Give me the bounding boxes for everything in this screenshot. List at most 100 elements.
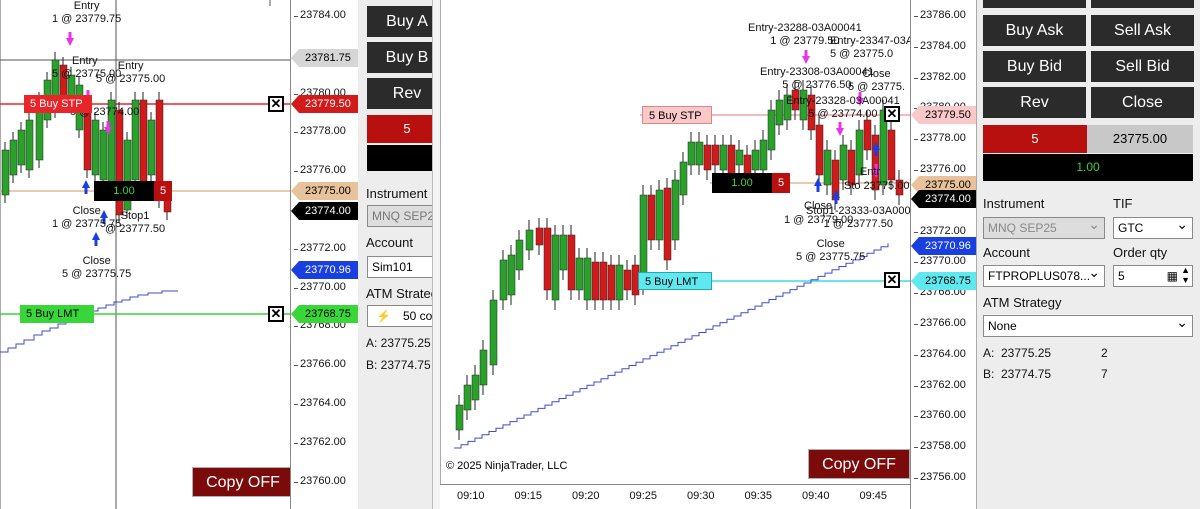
candle-18	[147, 119, 156, 176]
r-candle-2	[471, 374, 480, 401]
left-stp-cancel-icon[interactable]: ✕	[268, 96, 284, 112]
r-candle-28	[687, 141, 696, 166]
tif-label: TIF	[1113, 196, 1133, 211]
right-price-axis[interactable]: 23786.0023784.0023782.0023780.0023778.00…	[910, 0, 983, 509]
atm-strategy-label: ATM Strategy	[983, 295, 1062, 310]
right-tag-23779: 23779.50	[911, 106, 983, 124]
right-tag-23770: 23770.96	[911, 237, 983, 255]
r-candle-20	[623, 269, 632, 291]
r-candle-39	[775, 99, 784, 126]
right-ann-2: Entry-23347-03A 5 @ 23775.0	[830, 35, 910, 60]
r-candle-5	[499, 259, 508, 301]
candle-1	[9, 139, 18, 176]
r-trade-arrow-1	[836, 128, 844, 136]
candle-17	[139, 99, 148, 191]
bid-label: B:	[983, 367, 995, 381]
left-instrument-label: Instrument	[366, 186, 428, 201]
atm-strategy-select[interactable]: None	[983, 315, 1193, 337]
left-buy-bid-button[interactable]: Buy B	[367, 42, 432, 73]
buy-ask-button[interactable]: Buy Ask	[983, 15, 1086, 46]
order-qty-value: 5	[1118, 269, 1125, 283]
calculator-icon[interactable]: ▦	[1167, 266, 1178, 286]
right-position-qty[interactable]: 1.00	[712, 173, 772, 193]
instrument-label: Instrument	[983, 196, 1045, 211]
r-candle-17	[599, 261, 608, 301]
left-price-axis[interactable]: 23784.0023782.0023780.0023778.0023776.00…	[290, 0, 363, 509]
r-candle-30	[703, 144, 712, 171]
right-price-tick-13: 23760.00	[914, 409, 966, 422]
left-lmt-cancel-icon[interactable]: ✕	[268, 306, 284, 322]
trade-arrow-5	[92, 232, 100, 240]
bid-size: 7	[1101, 367, 1108, 381]
left-chart[interactable]: Entry 1 @ 23779.75 Entry 5 @ 23775.00 En…	[0, 0, 290, 509]
r-candle-16	[591, 261, 600, 301]
right-lmt-cancel-icon[interactable]: ✕	[884, 272, 900, 288]
left-tag-23781: 23781.75	[291, 49, 363, 67]
right-price-tick-0: 23786.00	[914, 9, 966, 21]
window-divider	[432, 0, 440, 509]
right-ann-7: Sto 23775.00	[844, 180, 910, 192]
rev-button[interactable]: Rev	[983, 87, 1086, 118]
right-chart[interactable]: Entry-23288-03A00041 1 @ 23779.50 Entry-…	[440, 0, 910, 484]
right-price-tick-11: 23764.00	[914, 347, 966, 360]
left-atm-label: ATM Strateg	[366, 286, 432, 301]
time-tick-7: 09:45	[859, 490, 888, 502]
instrument-select[interactable]: MNQ SEP25	[983, 217, 1105, 239]
right-time-axis	[440, 484, 910, 509]
ask-size: 2	[1101, 346, 1108, 360]
account-select[interactable]: FTPROPLUS078...	[983, 265, 1105, 287]
r-candle-10	[543, 227, 552, 291]
left-ann-close-2: Close 5 @ 23775.75	[62, 255, 132, 280]
bid-price: 23774.75	[1001, 367, 1052, 381]
left-position-box: 5	[367, 115, 432, 143]
qty-stepper-icon[interactable]: ▲ ▼	[1181, 266, 1190, 285]
time-tick-1: 09:15	[514, 490, 543, 502]
right-buy-lmt-order[interactable]: 5 Buy LMT	[638, 272, 712, 290]
order-qty-input[interactable]: 5 ▦ ▲ ▼	[1113, 265, 1193, 287]
trade-arrow-stem-3	[84, 188, 88, 194]
right-tag-23774: 23774.00	[911, 190, 983, 208]
right-price-tick-7: 23772.00	[914, 224, 966, 237]
right-position-count[interactable]: 5	[772, 173, 790, 193]
right-price-tick-12: 23762.00	[914, 378, 966, 391]
sell-bid-button[interactable]: Sell Bid	[1091, 51, 1194, 82]
close-button[interactable]: Close	[1091, 87, 1194, 118]
right-stp-cancel-icon[interactable]: ✕	[884, 106, 900, 122]
right-buy-stp-order[interactable]: 5 Buy STP	[642, 106, 712, 124]
r-trade-arrow-stem-5	[874, 150, 878, 156]
left-ann-stop: Stop1 @ 23777.50	[105, 210, 166, 235]
left-buy-lmt-order[interactable]: 5 Buy LMT	[20, 305, 94, 323]
left-atm-field[interactable]: ⚡ 50 co	[367, 305, 432, 327]
left-copy-button[interactable]: Copy OFF	[192, 467, 290, 497]
trade-arrow-stem-0	[68, 32, 72, 38]
r-candle-23	[647, 194, 656, 241]
sell-ask-button[interactable]: Sell Ask	[1091, 15, 1194, 46]
right-tag-23768: 23768.75	[911, 272, 983, 290]
top-cut-button-1[interactable]	[983, 0, 1086, 8]
r-candle-31	[711, 144, 720, 166]
r-candle-11	[551, 234, 560, 301]
r-trade-arrow-stem-3	[816, 186, 820, 192]
left-price-tick-6: 23772.00	[294, 241, 346, 254]
left-ann-entry: Entry 1 @ 23779.75	[52, 0, 122, 25]
left-price-tick-0: 23784.00	[294, 9, 346, 21]
right-copy-button[interactable]: Copy OFF	[808, 449, 910, 479]
time-tick-3: 09:25	[629, 490, 658, 502]
buy-bid-button[interactable]: Buy Bid	[983, 51, 1086, 82]
right-price-tick-5: 23776.00	[914, 163, 966, 175]
time-tick-5: 09:35	[744, 490, 773, 502]
left-atm-value: 50 co	[402, 309, 432, 323]
top-cut-button-2[interactable]	[1091, 0, 1194, 8]
left-position-qty[interactable]: 1.00	[94, 181, 154, 201]
r-trade-arrow-0	[802, 56, 810, 64]
left-instrument-field[interactable]: MNQ SEP2	[367, 205, 432, 227]
left-rev-button[interactable]: Rev	[367, 78, 432, 109]
left-position-count[interactable]: 5	[154, 181, 172, 201]
lightning-icon: ⚡	[376, 309, 391, 323]
left-buy-ask-button[interactable]: Buy A	[367, 6, 432, 37]
tif-select[interactable]: GTC	[1113, 217, 1193, 239]
trade-arrow-stem-5	[94, 240, 98, 246]
left-buy-stp-order[interactable]: 5 Buy STP	[24, 95, 92, 113]
left-account-field[interactable]: Sim101	[367, 256, 432, 278]
right-ann-4: Close 5 @ 23775.	[848, 68, 906, 93]
